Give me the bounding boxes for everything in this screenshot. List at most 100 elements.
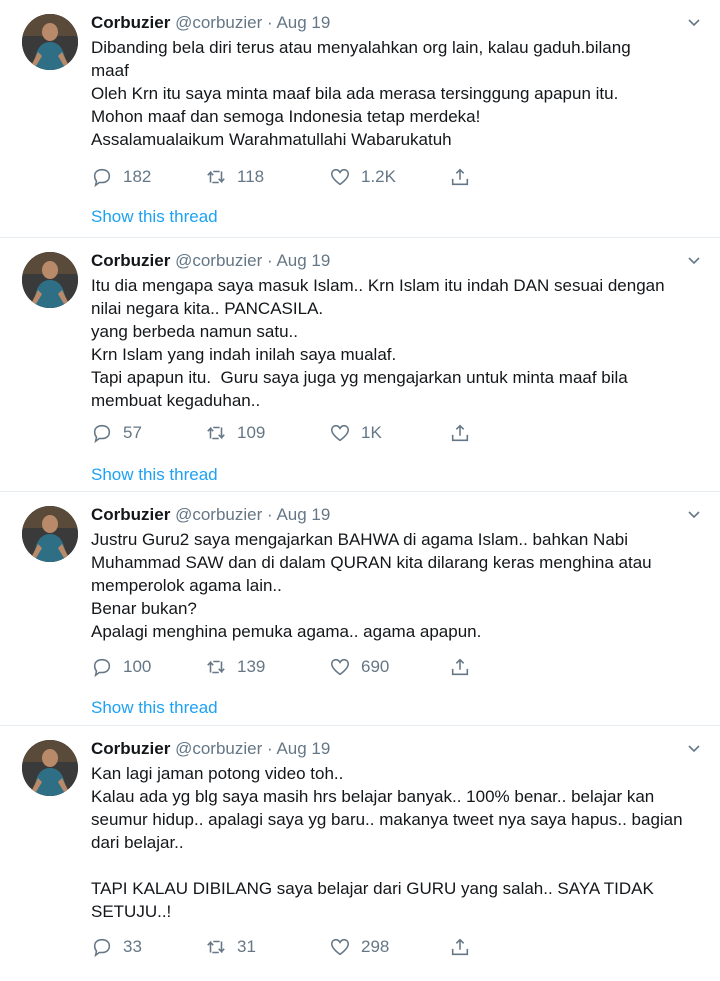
handle[interactable]: @corbuzier xyxy=(175,13,262,32)
tweet-date[interactable]: Aug 19 xyxy=(276,739,330,758)
chevron-down-icon[interactable] xyxy=(686,740,702,756)
like-button[interactable]: 1K xyxy=(329,420,382,446)
retweet-count: 109 xyxy=(237,423,266,442)
share-button[interactable] xyxy=(449,164,471,190)
reply-icon xyxy=(93,938,111,958)
retweet-count: 139 xyxy=(237,657,266,676)
tweet-line: yang berbeda namun satu.. xyxy=(91,322,298,341)
tweet[interactable]: Corbuzier @corbuzier · Aug 19 Itu dia me… xyxy=(0,238,720,492)
show-thread-link[interactable]: Show this thread xyxy=(91,697,218,719)
display-name[interactable]: Corbuzier xyxy=(91,739,170,758)
tweet-header: Corbuzier @corbuzier · Aug 19 xyxy=(91,250,330,272)
tweet-line: maaf xyxy=(91,61,129,80)
separator-dot: · xyxy=(262,739,277,758)
tweet-line: Itu dia mengapa saya masuk Islam.. Krn I… xyxy=(91,276,665,295)
reply-button[interactable]: 100 xyxy=(91,654,151,680)
like-count: 298 xyxy=(361,937,390,956)
tweet-line: Justru Guru2 saya mengajarkan BAHWA di a… xyxy=(91,530,629,549)
avatar[interactable] xyxy=(22,14,78,70)
tweet-line: membuat kegaduhan.. xyxy=(91,391,261,410)
share-button[interactable] xyxy=(449,420,471,446)
like-button[interactable]: 1.2K xyxy=(329,164,396,190)
tweet-line: Krn Islam yang indah inilah saya mualaf. xyxy=(91,345,397,364)
heart-icon xyxy=(330,168,350,186)
reply-icon xyxy=(93,168,111,188)
tweet-line xyxy=(91,854,701,877)
tweet-line: Mohon maaf dan semoga Indonesia tetap me… xyxy=(91,107,481,126)
tweet-text: Kan lagi jaman potong video toh.. Kalau … xyxy=(91,762,701,923)
handle[interactable]: @corbuzier xyxy=(175,251,262,270)
heart-icon xyxy=(330,658,350,676)
tweet-feed: Corbuzier @corbuzier · Aug 19 Dibanding … xyxy=(0,0,720,981)
reply-button[interactable]: 57 xyxy=(91,420,142,446)
retweet-button[interactable]: 31 xyxy=(205,934,256,960)
tweet-text: Justru Guru2 saya mengajarkan BAHWA di a… xyxy=(91,528,701,643)
retweet-icon xyxy=(207,940,225,954)
tweet-line: Kan lagi jaman potong video toh.. xyxy=(91,764,344,783)
separator-dot: · xyxy=(262,505,277,524)
like-button[interactable]: 690 xyxy=(329,654,389,680)
tweet-header: Corbuzier @corbuzier · Aug 19 xyxy=(91,738,330,760)
tweet-date[interactable]: Aug 19 xyxy=(276,251,330,270)
share-icon xyxy=(451,424,469,442)
tweet-text: Dibanding bela diri terus atau menyalahk… xyxy=(91,36,701,151)
tweet[interactable]: Corbuzier @corbuzier · Aug 19 Dibanding … xyxy=(0,0,720,238)
retweet-icon xyxy=(207,170,225,184)
tweet-date[interactable]: Aug 19 xyxy=(276,505,330,524)
reply-button[interactable]: 182 xyxy=(91,164,151,190)
display-name[interactable]: Corbuzier xyxy=(91,505,170,524)
chevron-down-icon[interactable] xyxy=(686,506,702,522)
reply-count: 182 xyxy=(123,167,152,186)
tweet-actions: 100 139 690 xyxy=(91,654,491,680)
share-icon xyxy=(451,168,469,186)
tweet-header: Corbuzier @corbuzier · Aug 19 xyxy=(91,504,330,526)
handle[interactable]: @corbuzier xyxy=(175,739,262,758)
avatar[interactable] xyxy=(22,740,78,796)
show-thread-link[interactable]: Show this thread xyxy=(91,206,218,228)
chevron-down-icon[interactable] xyxy=(686,14,702,30)
retweet-button[interactable]: 109 xyxy=(205,420,265,446)
tweet-actions: 182 118 1.2K xyxy=(91,164,491,190)
tweet-line: Dibanding bela diri terus atau menyalahk… xyxy=(91,38,631,57)
heart-icon xyxy=(330,424,350,442)
retweet-button[interactable]: 118 xyxy=(205,164,264,190)
retweet-button[interactable]: 139 xyxy=(205,654,265,680)
reply-button[interactable]: 33 xyxy=(91,934,142,960)
share-button[interactable] xyxy=(449,654,471,680)
tweet-line: dari belajar.. xyxy=(91,833,184,852)
reply-count: 57 xyxy=(123,423,142,442)
tweet-line: Benar bukan? xyxy=(91,599,197,618)
retweet-icon xyxy=(207,660,225,674)
like-count: 1.2K xyxy=(361,167,396,186)
share-button[interactable] xyxy=(449,934,471,960)
tweet-line: SETUJU..! xyxy=(91,902,172,921)
tweet[interactable]: Corbuzier @corbuzier · Aug 19 Justru Gur… xyxy=(0,492,720,726)
tweet-date[interactable]: Aug 19 xyxy=(276,13,330,32)
tweet-line: memperolok agama lain.. xyxy=(91,576,282,595)
tweet-text: Itu dia mengapa saya masuk Islam.. Krn I… xyxy=(91,274,701,412)
chevron-down-icon[interactable] xyxy=(686,252,702,268)
like-button[interactable]: 298 xyxy=(329,934,389,960)
tweet-line: nilai negara kita.. PANCASILA. xyxy=(91,299,324,318)
tweet-header: Corbuzier @corbuzier · Aug 19 xyxy=(91,12,330,34)
avatar[interactable] xyxy=(22,506,78,562)
avatar[interactable] xyxy=(22,252,78,308)
tweet[interactable]: Corbuzier @corbuzier · Aug 19 Kan lagi j… xyxy=(0,726,720,981)
reply-count: 100 xyxy=(123,657,152,676)
tweet-actions: 33 31 298 xyxy=(91,934,491,960)
tweet-line: TAPI KALAU DIBILANG saya belajar dari GU… xyxy=(91,879,654,898)
tweet-line: Muhammad SAW dan di dalam QURAN kita dil… xyxy=(91,553,652,572)
handle[interactable]: @corbuzier xyxy=(175,505,262,524)
retweet-count: 31 xyxy=(237,937,256,956)
like-count: 1K xyxy=(361,423,382,442)
display-name[interactable]: Corbuzier xyxy=(91,251,170,270)
tweet-line: Assalamualaikum Warahmatullahi Wabarukat… xyxy=(91,130,452,149)
display-name[interactable]: Corbuzier xyxy=(91,13,170,32)
retweet-icon xyxy=(207,426,225,440)
share-icon xyxy=(451,658,469,676)
tweet-line: Apalagi menghina pemuka agama.. agama ap… xyxy=(91,622,482,641)
tweet-line: Kalau ada yg blg saya masih hrs belajar … xyxy=(91,787,655,806)
separator-dot: · xyxy=(262,13,277,32)
show-thread-link[interactable]: Show this thread xyxy=(91,464,218,486)
tweet-line: seumur hidup.. apalagi saya yg baru.. ma… xyxy=(91,810,683,829)
